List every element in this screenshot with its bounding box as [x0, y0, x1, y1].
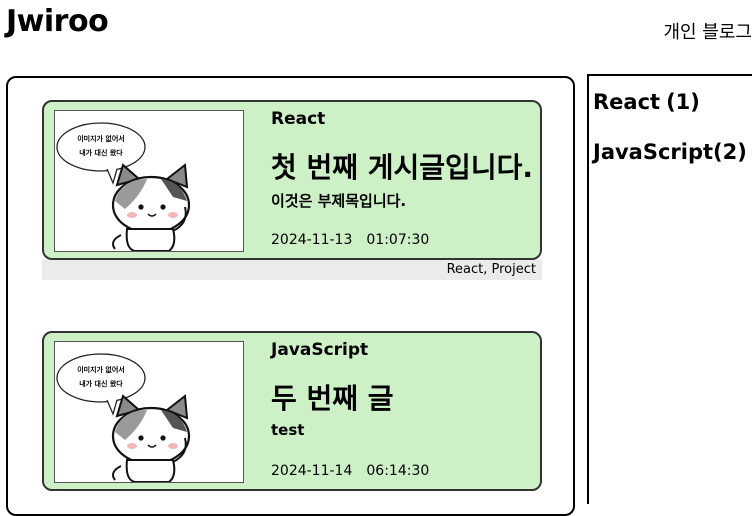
post-time: 06:14:30: [366, 463, 430, 479]
post-list-panel: 이미지가 없어서 내가 대신 왔다 React 첫 번째 게시글입니다. 이것은…: [6, 76, 575, 516]
post-datetime: 2024-11-14 06:14:30: [271, 463, 429, 479]
post-item: 이미지가 없어서 내가 대신 왔다: [42, 100, 542, 280]
category-count: (2): [713, 140, 747, 164]
site-logo[interactable]: Jwiroo: [6, 4, 109, 39]
post-category: React: [271, 109, 326, 129]
post-thumbnail: 이미지가 없어서 내가 대신 왔다: [54, 110, 244, 252]
post-card[interactable]: 이미지가 없어서 내가 대신 왔다: [42, 331, 542, 491]
post-item: 이미지가 없어서 내가 대신 왔다: [42, 331, 542, 491]
post-subtitle: 이것은 부제목입니다.: [271, 192, 407, 210]
post-datetime: 2024-11-13 01:07:30: [271, 232, 429, 248]
personal-blog-link[interactable]: 개인 블로그: [663, 18, 752, 44]
thumb-bubble-line2: 내가 대신 왔다: [79, 148, 123, 157]
category-name: JavaScript: [593, 140, 714, 164]
post-time: 01:07:30: [366, 232, 430, 248]
thumb-bubble-line1: 이미지가 없어서: [77, 134, 125, 143]
post-title: 첫 번째 게시글입니다.: [271, 151, 533, 184]
category-count: (1): [666, 90, 700, 114]
post-category: JavaScript: [271, 340, 369, 360]
post-subtitle: test: [271, 421, 305, 439]
thumb-bubble-line2: 내가 대신 왔다: [79, 379, 123, 388]
post-title: 두 번째 글: [271, 382, 394, 415]
post-card[interactable]: 이미지가 없어서 내가 대신 왔다: [42, 100, 542, 260]
post-thumbnail: 이미지가 없어서 내가 대신 왔다: [54, 341, 244, 483]
category-item-javascript[interactable]: JavaScript(2): [593, 140, 747, 164]
category-sidebar: React (1) JavaScript(2): [587, 74, 752, 504]
category-name: React: [593, 90, 661, 114]
post-date: 2024-11-14: [271, 463, 353, 479]
category-item-react[interactable]: React (1): [593, 90, 700, 114]
thumb-bubble-line1: 이미지가 없어서: [77, 365, 125, 374]
cat-placeholder-image: 이미지가 없어서 내가 대신 왔다: [56, 122, 191, 251]
post-date: 2024-11-13: [271, 232, 353, 248]
post-tags: React, Project: [42, 260, 542, 280]
cat-placeholder-image: 이미지가 없어서 내가 대신 왔다: [56, 353, 191, 482]
